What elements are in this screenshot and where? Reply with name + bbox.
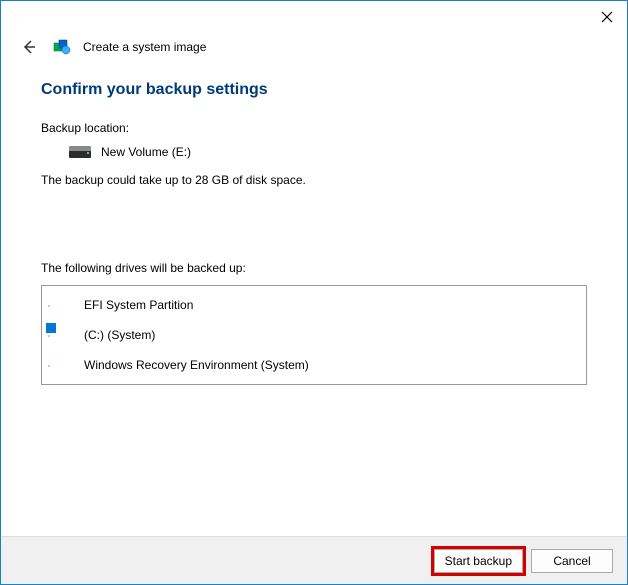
start-backup-button[interactable]: Start backup bbox=[434, 549, 523, 573]
drive-row: Windows Recovery Environment (System) bbox=[42, 350, 586, 380]
content-area: Confirm your backup settings Backup loca… bbox=[1, 67, 627, 536]
drive-name: (C:) (System) bbox=[84, 328, 155, 342]
drive-icon bbox=[52, 359, 74, 371]
backup-location-value: New Volume (E:) bbox=[101, 145, 191, 159]
close-button[interactable] bbox=[597, 7, 617, 27]
drive-icon bbox=[52, 329, 74, 341]
drive-icon bbox=[69, 146, 91, 158]
title-bar bbox=[1, 1, 627, 33]
cancel-button[interactable]: Cancel bbox=[531, 549, 613, 573]
header-row: Create a system image bbox=[1, 33, 627, 67]
drive-name: EFI System Partition bbox=[84, 298, 193, 312]
back-button[interactable] bbox=[17, 35, 41, 59]
drives-label: The following drives will be backed up: bbox=[41, 261, 587, 275]
backup-location-label: Backup location: bbox=[41, 121, 587, 135]
size-note: The backup could take up to 28 GB of dis… bbox=[41, 173, 587, 187]
drive-name: Windows Recovery Environment (System) bbox=[84, 358, 309, 372]
drive-row: (C:) (System) bbox=[42, 320, 586, 350]
drive-row: EFI System Partition bbox=[42, 290, 586, 320]
drive-icon bbox=[52, 299, 74, 311]
backup-location-row: New Volume (E:) bbox=[69, 145, 587, 159]
button-bar: Start backup Cancel bbox=[1, 536, 627, 584]
wizard-window: Create a system image Confirm your backu… bbox=[0, 0, 628, 585]
page-heading: Confirm your backup settings bbox=[41, 81, 587, 99]
drive-list: EFI System Partition (C:) (System) Windo… bbox=[41, 285, 587, 385]
system-image-icon bbox=[53, 38, 71, 56]
wizard-title: Create a system image bbox=[83, 40, 206, 54]
